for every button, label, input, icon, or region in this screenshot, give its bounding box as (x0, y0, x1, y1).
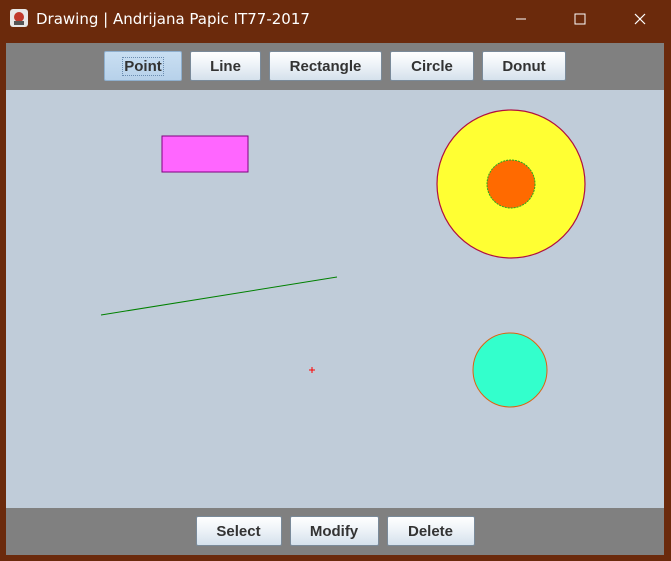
minimize-icon (516, 18, 526, 20)
circle-tool-button[interactable]: Circle (390, 51, 474, 81)
action-toolbar: Select Modify Delete (6, 508, 664, 555)
circle-tool-label: Circle (411, 57, 453, 75)
select-label: Select (216, 522, 261, 540)
app-window: Drawing | Andrijana Papic IT77-2017 Poin… (0, 0, 671, 561)
donut-inner-circle[interactable] (486, 159, 536, 209)
maximize-icon (574, 13, 586, 25)
window-frame-bottom (0, 555, 671, 561)
window-title: Drawing | Andrijana Papic IT77-2017 (36, 10, 310, 28)
delete-label: Delete (407, 522, 454, 540)
drawing-canvas[interactable] (6, 90, 664, 508)
minimize-button[interactable] (498, 0, 544, 38)
select-button[interactable]: Select (195, 516, 282, 546)
rectangle-shape[interactable] (161, 135, 249, 173)
donut-tool-label: Donut (502, 57, 546, 75)
close-icon (634, 13, 646, 25)
modify-label: Modify (309, 522, 359, 540)
modify-button[interactable]: Modify (289, 516, 379, 546)
delete-button[interactable]: Delete (386, 516, 475, 546)
rectangle-tool-label: Rectangle (289, 57, 362, 75)
point-tool-button[interactable]: Point (104, 51, 182, 81)
title-bar[interactable]: Drawing | Andrijana Papic IT77-2017 (0, 0, 671, 38)
window-frame-right (664, 38, 671, 561)
close-button[interactable] (617, 0, 663, 38)
line-tool-button[interactable]: Line (190, 51, 261, 81)
circle-shape[interactable] (472, 332, 548, 408)
donut-tool-button[interactable]: Donut (482, 51, 566, 81)
client-area: Point Line Rectangle Circle Donut Select… (6, 43, 664, 555)
line-tool-label: Line (210, 57, 241, 75)
java-app-icon (10, 9, 28, 27)
maximize-button[interactable] (557, 0, 603, 38)
rectangle-tool-button[interactable]: Rectangle (269, 51, 382, 81)
shape-toolbar: Point Line Rectangle Circle Donut (6, 43, 664, 90)
point-tool-label: Point (122, 56, 164, 76)
